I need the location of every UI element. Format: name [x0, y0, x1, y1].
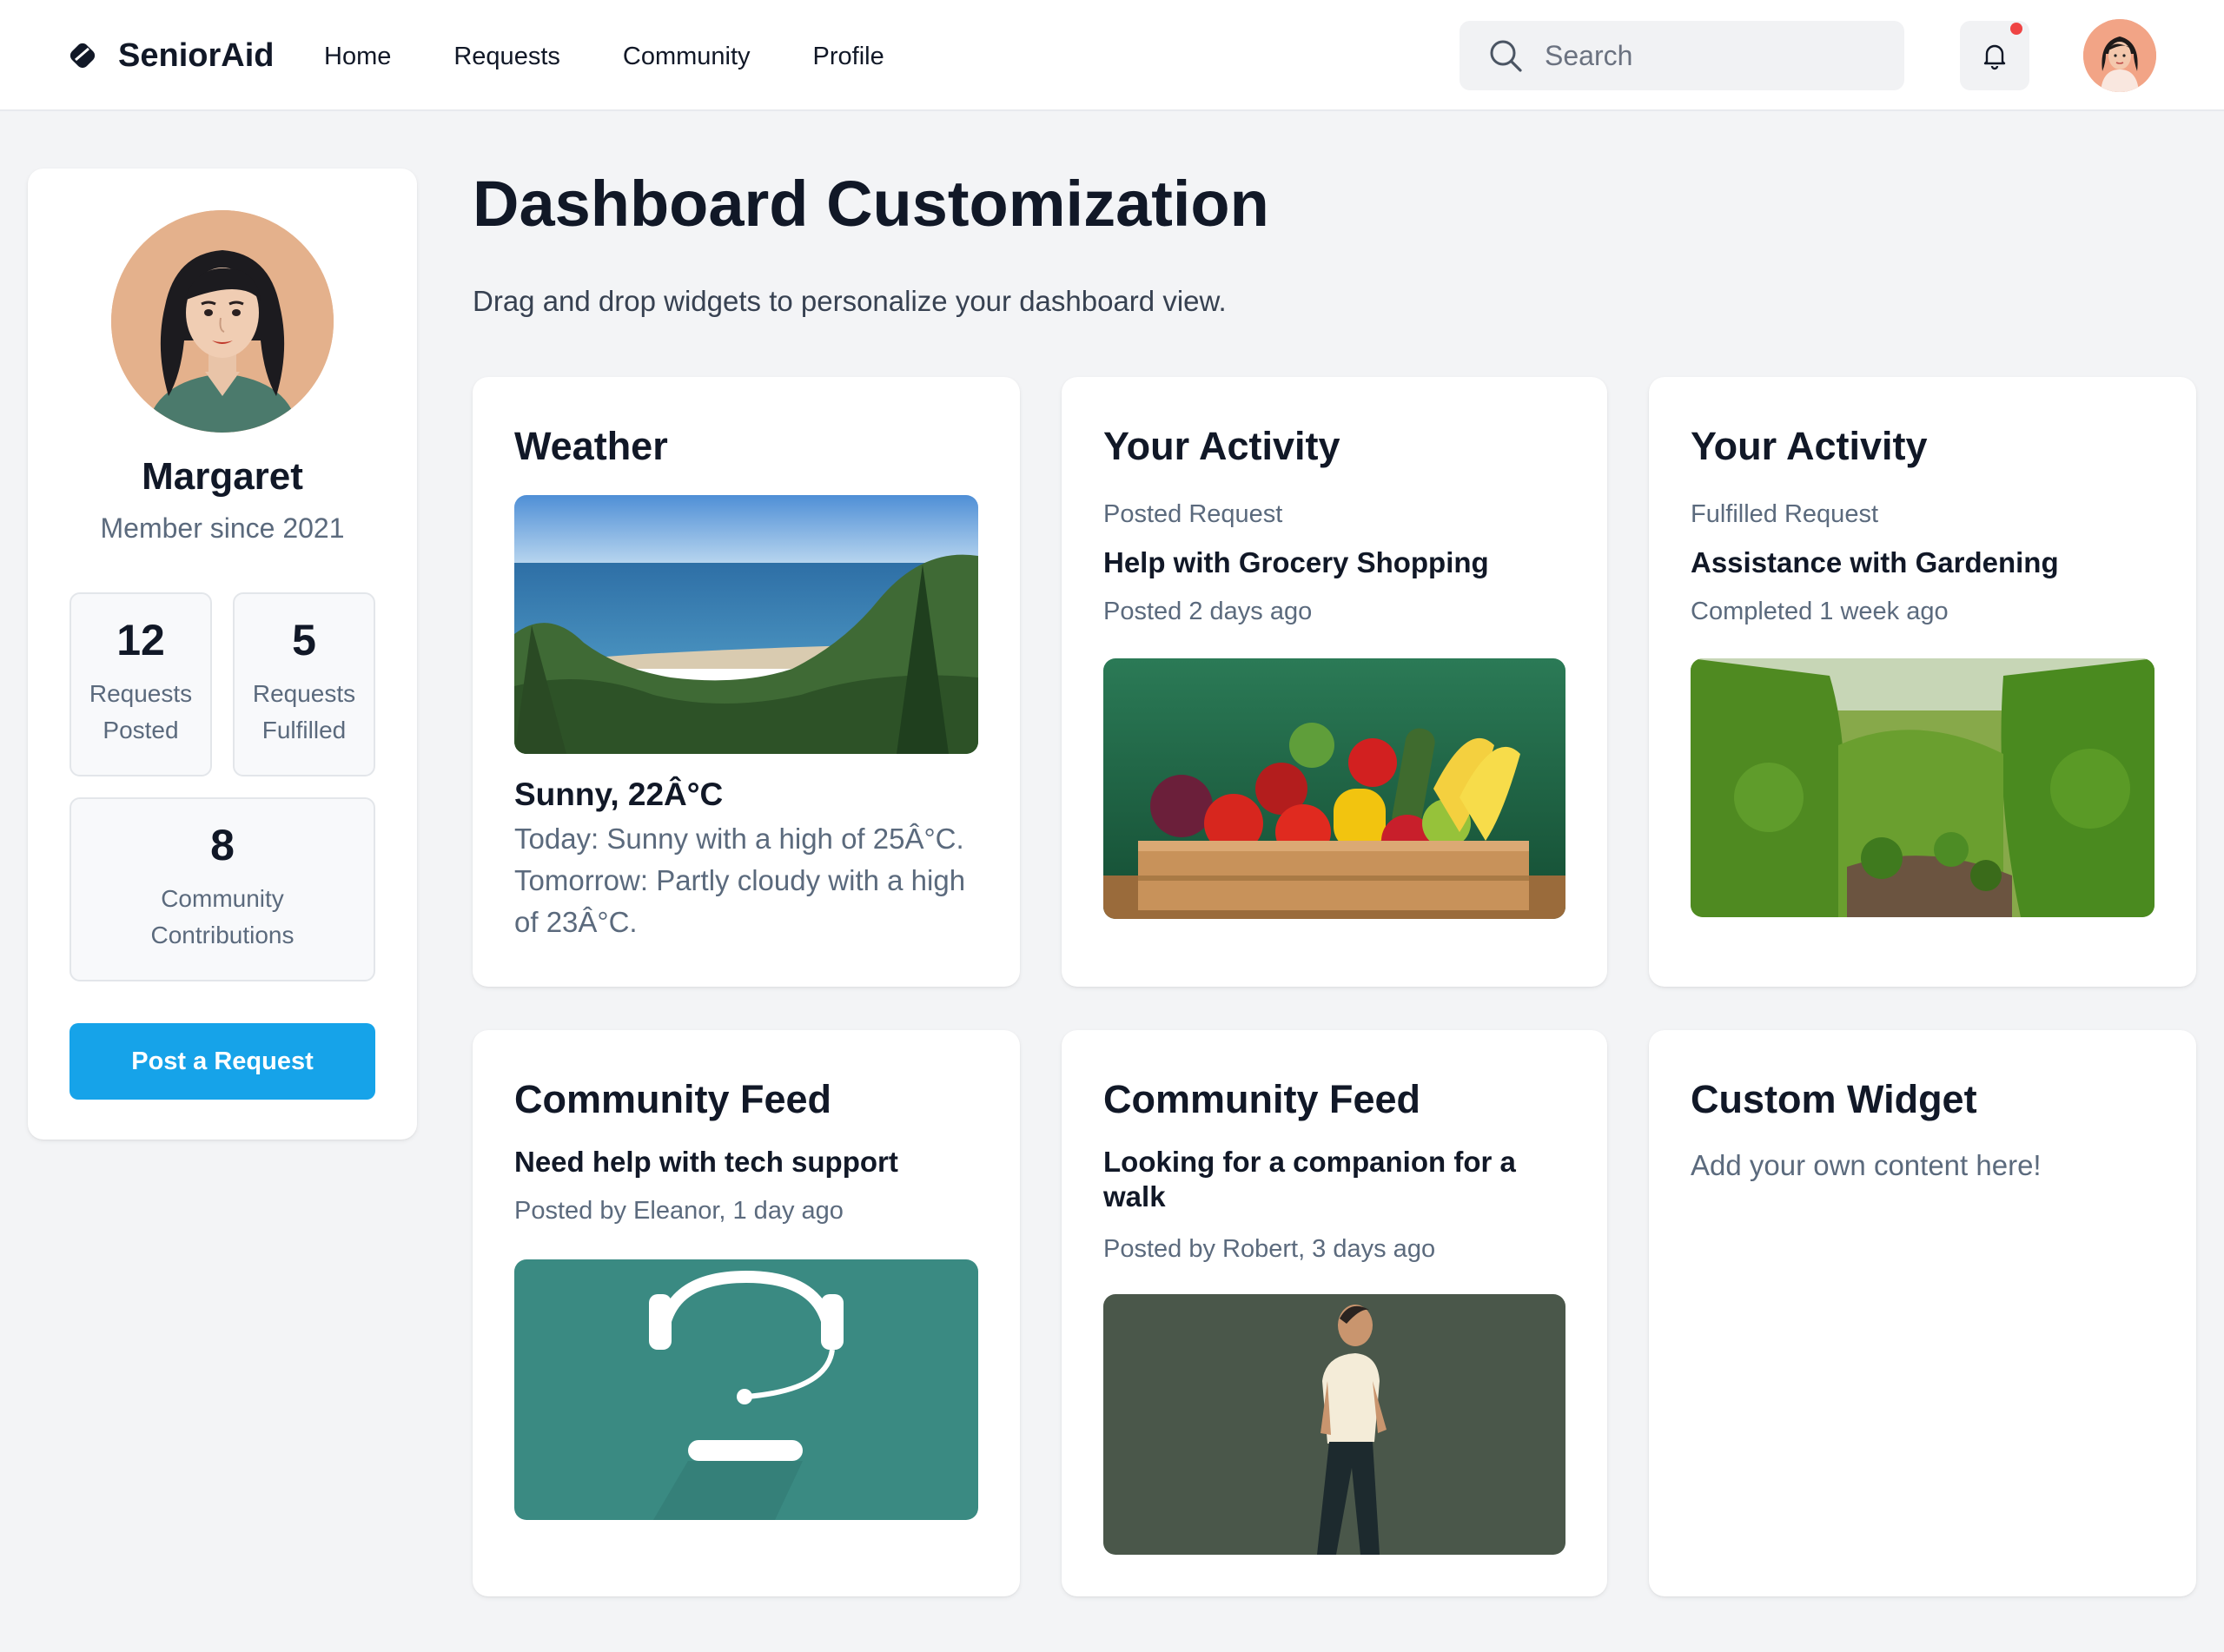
garden-hedges-image	[1691, 658, 2154, 917]
walk-image	[1103, 1294, 1565, 1555]
top-navbar: SeniorAid Home Requests Community Profil…	[0, 0, 2224, 111]
nav-community[interactable]: Community	[623, 38, 751, 75]
feed-post-meta: Posted by Robert, 3 days ago	[1103, 1235, 1436, 1263]
brand-name: SeniorAid	[118, 36, 275, 74]
stat-label-line: Requests	[252, 680, 356, 707]
stat-label-line: Posted	[103, 717, 179, 743]
activity-meta: Completed 1 week ago	[1691, 598, 1949, 625]
post-request-button[interactable]: Post a Request	[70, 1023, 375, 1100]
custom-widget-text: Add your own content here!	[1691, 1149, 2042, 1181]
custom-widget[interactable]: Custom Widget Add your own content here!	[1649, 1030, 2196, 1596]
member-since: Member since 2021	[100, 512, 345, 544]
stat-label: Requests Fulfilled	[235, 676, 374, 749]
brand[interactable]: SeniorAid	[68, 33, 274, 78]
widget-title: Custom Widget	[1691, 1077, 1977, 1121]
walking-man-image	[1103, 1294, 1565, 1555]
notifications-button[interactable]	[1960, 21, 2029, 90]
stat-label-line: Contributions	[150, 922, 295, 948]
activity-posted-widget[interactable]: Your Activity Posted Request Help with G…	[1062, 377, 1607, 987]
widget-title: Community Feed	[514, 1077, 832, 1121]
widget-title: Your Activity	[1691, 424, 1928, 468]
coastal-landscape-image	[514, 495, 978, 754]
stat-label-line: Requests	[89, 680, 193, 707]
search-icon	[1490, 40, 1522, 72]
activity-fulfilled-widget[interactable]: Your Activity Fulfilled Request Assistan…	[1649, 377, 2196, 987]
activity-heading[interactable]: Assistance with Gardening	[1691, 545, 2142, 580]
stat-label: Requests Posted	[71, 676, 210, 749]
user-avatar[interactable]	[2083, 19, 2156, 92]
nav-requests[interactable]: Requests	[453, 38, 560, 75]
grocery-image	[1103, 658, 1565, 919]
headset-image	[514, 1259, 978, 1520]
activity-heading[interactable]: Help with Grocery Shopping	[1103, 545, 1555, 580]
stat-label: Community Contributions	[71, 881, 374, 954]
widget-title: Community Feed	[1103, 1077, 1421, 1121]
main-nav: Home Requests Community Profile	[324, 38, 947, 75]
nav-home[interactable]: Home	[324, 38, 391, 75]
stat-value: 5	[292, 616, 316, 664]
logo-icon	[70, 43, 96, 69]
activity-type: Posted Request	[1103, 500, 1283, 528]
stat-community-contributions: 8 Community Contributions	[70, 797, 375, 981]
weather-forecast: Today: Sunny with a high of 25Â°C. Tomor…	[514, 823, 966, 938]
community-feed-widget-walk[interactable]: Community Feed Looking for a companion f…	[1062, 1030, 1607, 1596]
page-title: Dashboard Customization	[473, 168, 1269, 240]
profile-name: Margaret	[142, 455, 303, 498]
weather-image	[514, 495, 978, 754]
activity-type: Fulfilled Request	[1691, 500, 1878, 528]
profile-portrait	[111, 210, 334, 433]
stat-requests-fulfilled: 5 Requests Fulfilled	[233, 592, 375, 776]
profile-avatar	[111, 210, 334, 433]
garden-image	[1691, 658, 2154, 917]
search-input[interactable]	[1545, 39, 1875, 72]
nav-profile[interactable]: Profile	[813, 38, 884, 75]
feed-post-heading[interactable]: Need help with tech support	[514, 1145, 966, 1180]
stat-label-line: Community	[161, 885, 284, 912]
avatar-portrait	[2083, 19, 2156, 92]
widget-title: Your Activity	[1103, 424, 1340, 468]
weather-condition: Sunny, 22Â°C	[514, 776, 724, 812]
feed-post-meta: Posted by Eleanor, 1 day ago	[514, 1197, 844, 1225]
feed-post-heading[interactable]: Looking for a companion for a walk	[1103, 1145, 1555, 1214]
notification-dot	[2010, 23, 2022, 35]
stat-requests-posted: 12 Requests Posted	[70, 592, 212, 776]
profile-card: Margaret Member since 2021 12 Requests P…	[28, 169, 417, 1140]
tech-support-image	[514, 1259, 978, 1520]
activity-meta: Posted 2 days ago	[1103, 598, 1313, 625]
stat-label-line: Fulfilled	[261, 717, 347, 743]
stat-value: 12	[116, 616, 165, 664]
bell-icon	[1983, 44, 2006, 70]
search-box[interactable]	[1460, 21, 1904, 90]
vegetable-crate-image	[1103, 658, 1565, 919]
stat-value: 8	[210, 821, 235, 869]
widget-title: Weather	[514, 424, 668, 468]
page-subtitle: Drag and drop widgets to personalize you…	[473, 285, 1227, 317]
weather-widget[interactable]: Weather Sunny, 22Â°C Today: Sunny with a…	[473, 377, 1020, 987]
community-feed-widget-tech[interactable]: Community Feed Need help with tech suppo…	[473, 1030, 1020, 1596]
